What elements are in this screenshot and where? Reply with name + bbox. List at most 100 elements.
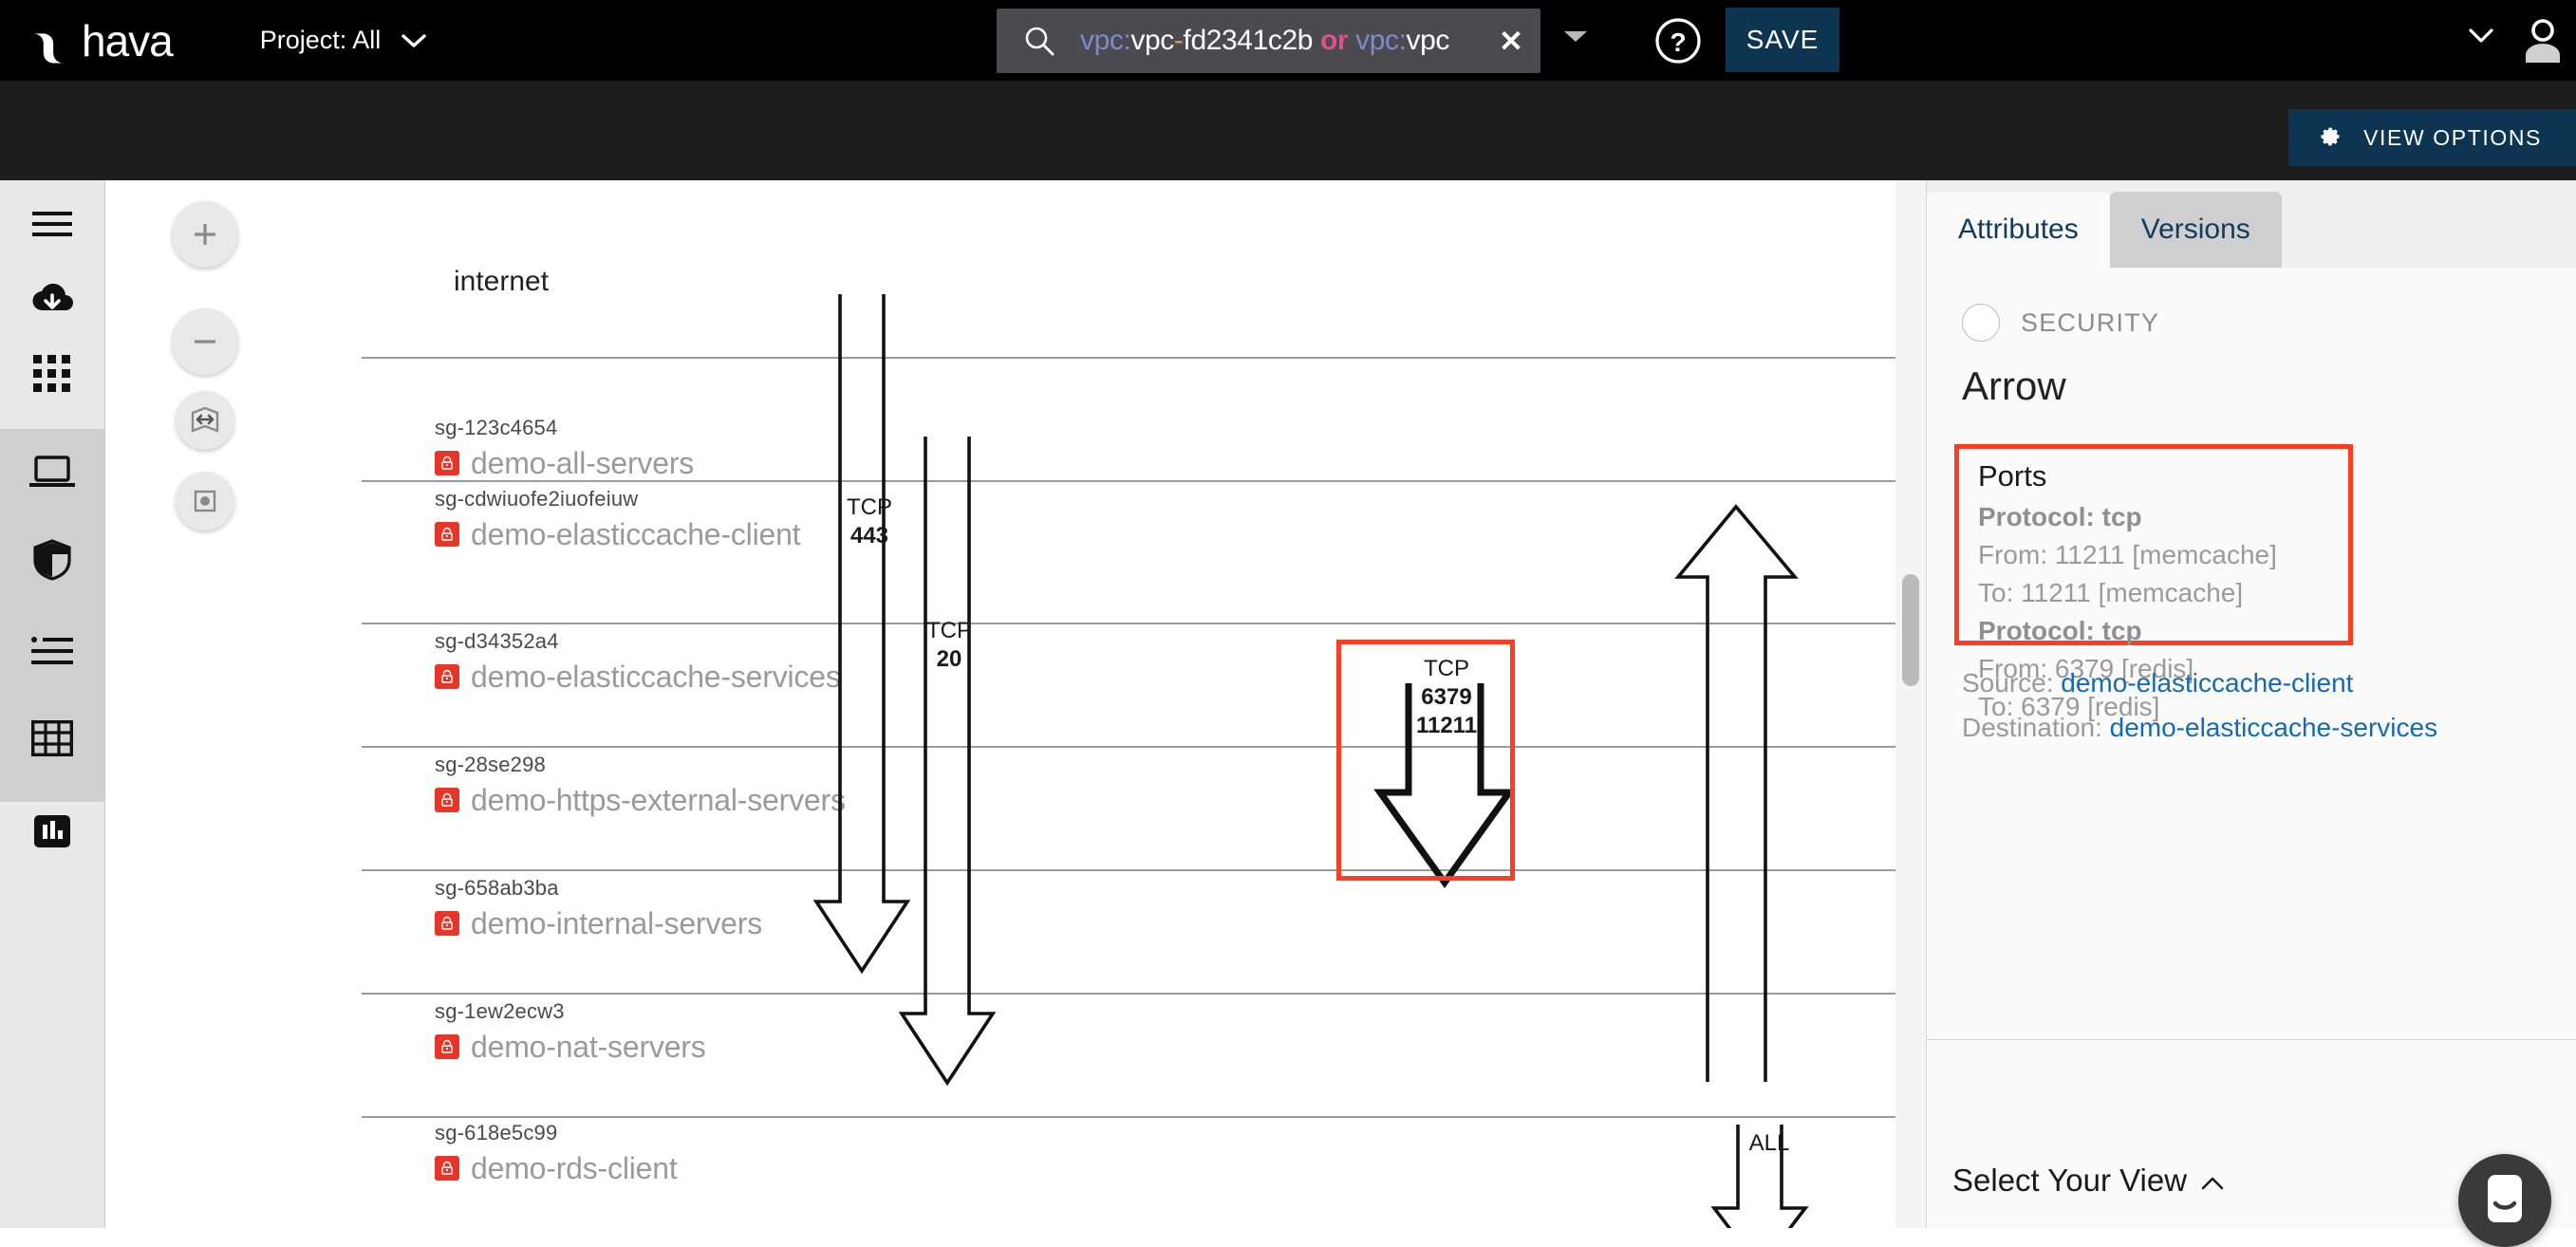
logo-text: hava <box>82 15 174 65</box>
sub-bar <box>0 81 2576 180</box>
ports-line-3: Protocol: tcp <box>1978 616 2142 646</box>
chevron-up-icon <box>2200 1163 2225 1199</box>
tab-versions[interactable]: Versions <box>2109 192 2282 268</box>
band-label-4[interactable]: sg-658ab3ba demo-internal-servers <box>435 878 762 939</box>
left-rail <box>0 180 105 1228</box>
arrow-label-tcp-20-down: TCP 20 <box>916 617 982 674</box>
destination-row: Destination: demo-elasticcache-services <box>1962 715 2437 741</box>
center-focus-icon[interactable] <box>176 472 234 530</box>
security-diagram: internet sg-123c4654 demo-all-servers sg… <box>254 180 1926 1228</box>
app-logo[interactable]: hava <box>27 14 174 67</box>
help-circle-icon[interactable]: ? <box>1653 16 1703 70</box>
search-token-val1b: fd2341c2b <box>1183 25 1314 56</box>
chat-widget-button[interactable] <box>2458 1154 2551 1247</box>
sg-name-text-5: demo-nat-servers <box>471 1030 706 1064</box>
source-link[interactable]: demo-elasticcache-client <box>2061 668 2353 698</box>
fit-to-width-icon[interactable] <box>176 391 234 450</box>
sidebar-item-security[interactable] <box>0 516 104 607</box>
apps-grid-icon <box>33 354 71 398</box>
sg-name-0: demo-all-servers <box>435 448 694 478</box>
search-input[interactable]: vpc:vpc-fd2341c2b or vpc:vpc <box>1080 25 1499 57</box>
lock-icon <box>435 522 459 547</box>
sg-name-text-3: demo-https-external-servers <box>471 783 846 817</box>
project-selector[interactable]: Project: All <box>260 26 427 55</box>
arrow-ports-0: 443 <box>849 523 889 549</box>
list-icon <box>31 636 73 670</box>
ports-heading: Ports <box>1978 459 2047 493</box>
sidebar-item-list[interactable] <box>0 607 104 698</box>
search-bar[interactable]: vpc:vpc-fd2341c2b or vpc:vpc ✕ <box>997 9 1540 73</box>
search-history-chevron-down-icon[interactable] <box>1561 27 1590 50</box>
arrow-protocol-1: TCP <box>926 618 972 643</box>
lock-icon <box>435 1156 459 1181</box>
lock-icon <box>435 664 459 689</box>
canvas-scrollbar[interactable] <box>1895 180 1926 1228</box>
destination-link[interactable]: demo-elasticcache-services <box>2110 713 2437 742</box>
band-label-2[interactable]: sg-d34352a4 demo-elasticcache-services <box>435 631 841 692</box>
close-icon[interactable]: ✕ <box>1499 27 1523 56</box>
ports-line-1: From: 11211 [memcache] <box>1978 540 2277 570</box>
search-token-key2: vpc: <box>1355 25 1407 56</box>
arrow-protocol-0: TCP <box>847 494 892 520</box>
band-label-6[interactable]: sg-618e5c99 demo-rds-client <box>435 1123 678 1183</box>
search-icon <box>1023 25 1055 57</box>
shield-icon <box>32 538 72 586</box>
source-label: Source: <box>1962 668 2062 698</box>
search-token-val1a: vpc <box>1130 25 1174 56</box>
chat-smiley-icon <box>2480 1171 2529 1231</box>
destination-label: Destination: <box>1962 713 2110 742</box>
sg-id-5: sg-1ew2ecw3 <box>435 999 565 1023</box>
sg-id-2: sg-d34352a4 <box>435 629 559 653</box>
sg-name-3: demo-https-external-servers <box>435 785 846 815</box>
security-indicator-icon <box>1962 304 2000 342</box>
account-chevron-down-icon[interactable] <box>2468 27 2494 48</box>
ports-line-0: Protocol: tcp <box>1978 502 2142 532</box>
band-label-0[interactable]: sg-123c4654 demo-all-servers <box>435 418 694 478</box>
arrow-label-all: ALL <box>1736 1129 1802 1158</box>
sg-id-0: sg-123c4654 <box>435 416 558 439</box>
band-internet[interactable] <box>362 235 1926 359</box>
view-options-label: VIEW OPTIONS <box>2363 124 2542 150</box>
arrow-label-tcp-443: TCP 443 <box>831 493 907 550</box>
sg-name-text-6: demo-rds-client <box>471 1151 678 1185</box>
zoom-out-button[interactable] <box>172 308 238 375</box>
user-avatar-icon[interactable] <box>2518 17 2567 69</box>
sidebar-item-reports[interactable] <box>0 788 104 879</box>
lock-icon <box>435 788 459 812</box>
source-destination-section: Source: demo-elasticcache-client Destina… <box>1962 670 2437 759</box>
save-button[interactable]: SAVE <box>1726 8 1839 72</box>
canvas-scrollbar-thumb[interactable] <box>1902 574 1919 686</box>
sg-name-text-4: demo-internal-servers <box>471 906 763 940</box>
tab-attributes[interactable]: Attributes <box>1927 192 2110 268</box>
security-type-row: SECURITY <box>1962 304 2159 342</box>
attributes-panel: Attributes Versions SECURITY Arrow Ports… <box>1926 180 2576 1228</box>
project-selector-label: Project: All <box>259 26 382 54</box>
ports-line-2: To: 11211 [memcache] <box>1978 578 2244 608</box>
arrow-protocol-4: ALL <box>1748 1130 1790 1156</box>
select-your-view-toggle[interactable]: Select Your View <box>1952 1163 2225 1199</box>
arrow-ports-1: 20 <box>936 646 962 672</box>
page-title: Arrow <box>1962 363 2066 408</box>
chevron-down-icon <box>401 33 427 48</box>
sidebar-item-infrastructure[interactable] <box>0 429 104 520</box>
sidebar-item-table[interactable] <box>0 695 104 786</box>
source-row: Source: demo-elasticcache-client <box>1962 670 2437 697</box>
sidebar-item-apps[interactable] <box>0 330 104 421</box>
security-label: SECURITY <box>2021 307 2160 337</box>
search-token-or: or <box>1313 25 1356 56</box>
band-label-1[interactable]: sg-cdwiuofe2iuofeiuw demo-elasticcache-c… <box>435 487 801 551</box>
view-options-button[interactable]: VIEW OPTIONS <box>2288 109 2576 166</box>
sg-name-text-1: demo-elasticcache-client <box>471 517 801 551</box>
lock-icon <box>435 1034 459 1059</box>
laptop-icon <box>29 455 75 495</box>
selected-arrow-highlight[interactable] <box>1336 640 1515 881</box>
panel-divider <box>1927 1039 2576 1040</box>
diagram-canvas[interactable]: internet sg-123c4654 demo-all-servers sg… <box>105 180 1926 1228</box>
band-label-3[interactable]: sg-28se298 demo-https-external-servers <box>435 754 846 815</box>
zoom-in-button[interactable] <box>172 201 238 268</box>
gear-icon <box>2317 122 2343 154</box>
lock-icon <box>435 451 459 475</box>
search-token-dash: - <box>1173 25 1184 56</box>
band-label-5[interactable]: sg-1ew2ecw3 demo-nat-servers <box>435 1001 706 1062</box>
sg-id-1: sg-cdwiuofe2iuofeiuw <box>435 487 639 511</box>
